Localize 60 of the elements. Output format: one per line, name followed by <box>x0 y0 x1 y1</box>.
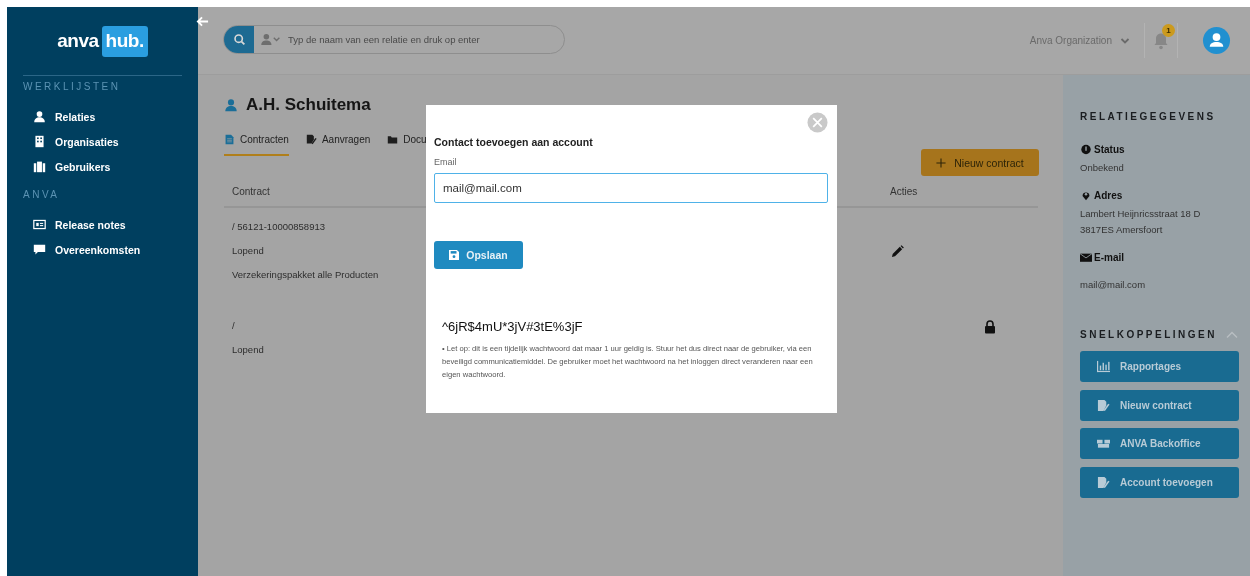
column-header: Acties <box>890 185 918 197</box>
dialog-title: Contact toevoegen aan account <box>434 136 594 148</box>
info-icon <box>1080 144 1092 155</box>
tab[interactable]: Docu <box>387 132 427 156</box>
person-dropdown-icon[interactable] <box>260 33 282 46</box>
sidebar-item[interactable]: Gebruikers <box>23 154 182 179</box>
building-icon <box>33 135 46 148</box>
new-contract-button[interactable]: Nieuw contract <box>921 149 1039 176</box>
shortcut-button[interactable]: Nieuw contract <box>1080 389 1239 421</box>
shortcut-button[interactable]: Rapportages <box>1080 351 1239 382</box>
back-arrow-icon[interactable] <box>196 15 209 28</box>
table-cell: Lopend <box>232 343 264 356</box>
table-cell: / <box>232 319 235 332</box>
field-label: Email <box>434 157 458 167</box>
boxes-icon <box>1096 437 1111 450</box>
bar-chart-icon <box>1096 360 1111 373</box>
field-value: mail@mail.com <box>1080 278 1147 292</box>
field-value: Lambert Heijnricsstraat 18 D <box>1080 207 1202 221</box>
speech-bubble-icon <box>33 243 46 256</box>
email-field[interactable]: mail@mail.com <box>434 173 828 203</box>
search-icon <box>232 33 246 46</box>
table-cell: Verzekeringspakket alle Producten <box>232 268 379 281</box>
sidebar-item[interactable]: Relaties <box>23 104 182 129</box>
save-button[interactable]: Opslaan <box>434 241 523 269</box>
table-cell: / 56121-10000858913 <box>232 220 325 233</box>
person-icon <box>33 110 46 123</box>
tab[interactable]: Contracten <box>224 132 289 156</box>
field-label: Status <box>1094 144 1125 155</box>
document-pen-icon <box>1096 475 1111 489</box>
document-icon <box>224 134 235 145</box>
table-cell: Lopend <box>232 244 264 257</box>
document-pen-icon <box>305 134 317 145</box>
panel-heading: RELATIEGEGEVENS <box>1080 111 1217 122</box>
envelope-icon <box>1080 252 1092 263</box>
folder-icon <box>387 134 399 145</box>
sidebar-item[interactable]: Organisaties <box>23 129 182 154</box>
notification-badge: 1 <box>1162 24 1175 37</box>
location-pin-icon <box>1080 190 1092 201</box>
temporary-password: ^6jR$4mU*3jV#3tE%3jF <box>442 319 584 334</box>
newspaper-icon <box>33 218 46 231</box>
tab[interactable]: Aanvragen <box>305 132 371 156</box>
sidebar-item[interactable]: Overeenkomsten <box>23 237 182 262</box>
shortcut-button[interactable]: Account toevoegen <box>1080 466 1239 498</box>
column-header: Contract <box>231 185 270 197</box>
lock-icon[interactable] <box>984 320 996 334</box>
section-heading: WERKLIJSTEN <box>23 81 122 92</box>
avatar-icon[interactable] <box>1202 26 1231 55</box>
field-label: E-mail <box>1094 252 1124 263</box>
panel-heading: SNELKOPPELINGEN <box>1080 329 1217 340</box>
plus-icon <box>936 157 947 168</box>
logo: anva hub. <box>57 22 148 60</box>
section-heading: ANVA <box>23 189 61 200</box>
shortcut-button[interactable]: ANVA Backoffice <box>1080 428 1239 459</box>
field-value: 3817ES Amersfoort <box>1080 223 1164 237</box>
field-value: Onbekend <box>1080 161 1125 175</box>
pencil-icon[interactable] <box>891 245 904 258</box>
field-label: Adres <box>1094 190 1123 201</box>
sidebar-item[interactable]: Release notes <box>23 212 182 237</box>
person-icon <box>224 98 238 112</box>
document-pen-icon <box>1096 398 1111 412</box>
